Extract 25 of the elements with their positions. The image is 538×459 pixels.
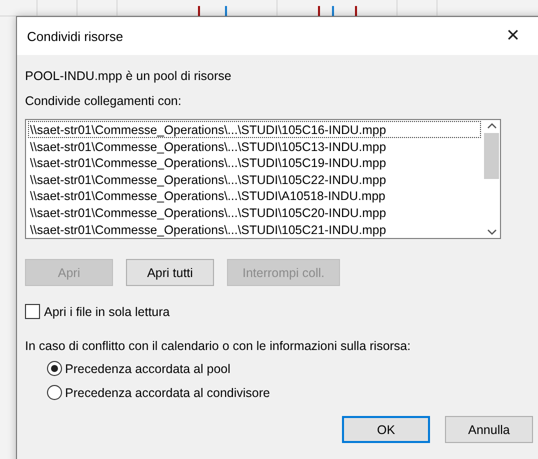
- radio-button[interactable]: [47, 361, 62, 376]
- radio-label: Precedenza accordata al condivisore: [65, 386, 270, 400]
- links-list[interactable]: [25, 119, 501, 239]
- radio-label: Precedenza accordata al pool: [65, 362, 230, 376]
- list-item[interactable]: \\saet-str01\Commesse_Operations\...\STUDI\105C20-INDU.mpp: [28, 204, 481, 221]
- checkbox[interactable]: [25, 304, 40, 319]
- checkbox-label: Apri i file in sola lettura: [44, 304, 170, 318]
- dialog-button[interactable]: OK: [342, 416, 430, 443]
- conflict-label: In caso di conflitto con il calendario o con le informazioni sulla risorsa:: [25, 339, 412, 353]
- scroll-up-icon[interactable]: [486, 122, 496, 129]
- window-title: Condividi risorse: [27, 28, 124, 44]
- scrollbar-thumb[interactable]: [484, 133, 499, 179]
- list-item[interactable]: \\saet-str01\Commesse_Operations\...\STUDI\105C16-INDU.mpp: [28, 121, 481, 138]
- list-item[interactable]: \\saet-str01\Commesse_Operations\...\STUDI\105C13-INDU.mpp: [28, 138, 481, 154]
- dialog-button[interactable]: Annulla: [445, 416, 533, 443]
- list-item[interactable]: \\saet-str01\Commesse_Operations\...\STUDI\105C22-INDU.mpp: [28, 170, 481, 188]
- scroll-down-icon[interactable]: [486, 229, 496, 236]
- list-item[interactable]: \\saet-str01\Commesse_Operations\...\STUDI\105C19-INDU.mpp: [28, 154, 481, 171]
- list-item[interactable]: \\saet-str01\Commesse_Operations\...\STUDI\A10518-INDU.mpp: [28, 187, 481, 204]
- pool-info-text: POOL-INDU.mpp è un pool di risorse: [25, 69, 232, 83]
- links-label: Condivide collegamenti con:: [25, 94, 182, 108]
- list-item[interactable]: \\saet-str01\Commesse_Operations\...\STUDI\105C21-INDU.mpp: [28, 220, 481, 238]
- close-button[interactable]: ✕: [499, 26, 527, 46]
- radio-button[interactable]: [47, 385, 62, 400]
- link-action-button[interactable]: Apri tutti: [126, 259, 214, 286]
